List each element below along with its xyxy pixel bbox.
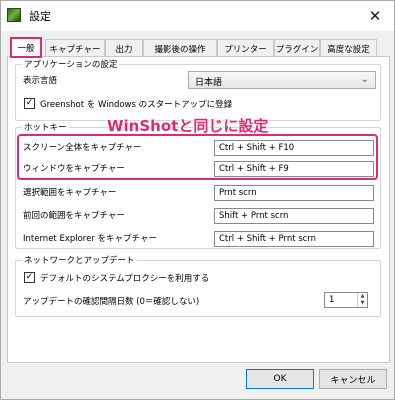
hotkey-input-ie[interactable]: Ctrl + Shift + Prnt scrn — [214, 231, 374, 247]
hotkey-input-last-region[interactable]: Shift + Prnt scrn — [214, 208, 374, 224]
language-label: 表示言語 — [23, 76, 58, 86]
startup-checkbox[interactable]: ✓ — [24, 98, 35, 109]
tab-strip: 一般 キャプチャー 出力 撮影後の操作 プリンター プラグイン 高度な設定 — [7, 37, 390, 58]
tab-output[interactable]: 出力 — [105, 39, 143, 57]
proxy-checkbox[interactable]: ✓ — [24, 272, 35, 283]
app-settings-group: アプリケーションの設定 表示言語 日本語 ⌄ ✓ Greenshot を Win… — [15, 58, 381, 121]
ok-button[interactable]: OK — [246, 369, 314, 389]
chevron-down-icon: ⌄ — [360, 74, 369, 85]
update-interval-label: アップデートの確認間隔日数 (0＝確認しない) — [23, 297, 200, 307]
tab-advanced[interactable]: 高度な設定 — [320, 39, 377, 57]
language-select-value: 日本語 — [195, 78, 223, 88]
network-group: ネットワークとアップデート ✓ デフォルトのシステムプロクシーを利用する アップ… — [15, 254, 381, 317]
language-select[interactable]: 日本語 ⌄ — [188, 71, 376, 89]
general-tab-panel: アプリケーションの設定 表示言語 日本語 ⌄ ✓ Greenshot を Win… — [7, 56, 390, 363]
app-settings-group-label: アプリケーションの設定 — [22, 58, 120, 70]
hotkey-highlight-box — [17, 134, 378, 180]
update-interval-value: 1 — [329, 295, 335, 305]
tab-post-capture[interactable]: 撮影後の操作 — [143, 39, 217, 57]
title-bar: 設定 ✕ — [1, 1, 394, 31]
startup-label: Greenshot を Windows のスタートアップに登録 — [40, 100, 233, 110]
cancel-button[interactable]: キャンセル — [319, 369, 387, 389]
tab-capture[interactable]: キャプチャー — [45, 39, 105, 57]
hotkey-label-last-region: 前回の範囲をキャプチャー — [23, 211, 125, 221]
spin-arrows-icon[interactable]: ▲ ▼ — [357, 293, 367, 307]
settings-dialog: 設定 ✕ 一般 キャプチャー 出力 撮影後の操作 プリンター プラグイン 高度な… — [0, 0, 395, 400]
hotkey-input-region[interactable]: Prnt scrn — [214, 185, 374, 201]
greenshot-app-icon — [7, 8, 21, 22]
tab-general[interactable]: 一般 — [10, 37, 42, 58]
tab-printer[interactable]: プリンター — [217, 39, 274, 57]
hotkey-label-ie: Internet Explorer をキャプチャー — [23, 234, 157, 244]
hotkey-label-region: 選択範囲をキャプチャー — [23, 188, 117, 198]
proxy-label: デフォルトのシステムプロクシーを利用する — [40, 274, 210, 284]
window-title: 設定 — [29, 10, 51, 23]
update-interval-stepper[interactable]: 1 ▲ ▼ — [324, 292, 368, 308]
hotkeys-group-label: ホットキー — [22, 121, 69, 133]
network-group-label: ネットワークとアップデート — [22, 254, 137, 266]
tab-plugins[interactable]: プラグイン — [274, 39, 320, 57]
winshot-annotation: WinShotと同じに設定 — [107, 117, 269, 135]
close-button[interactable]: ✕ — [358, 1, 392, 31]
